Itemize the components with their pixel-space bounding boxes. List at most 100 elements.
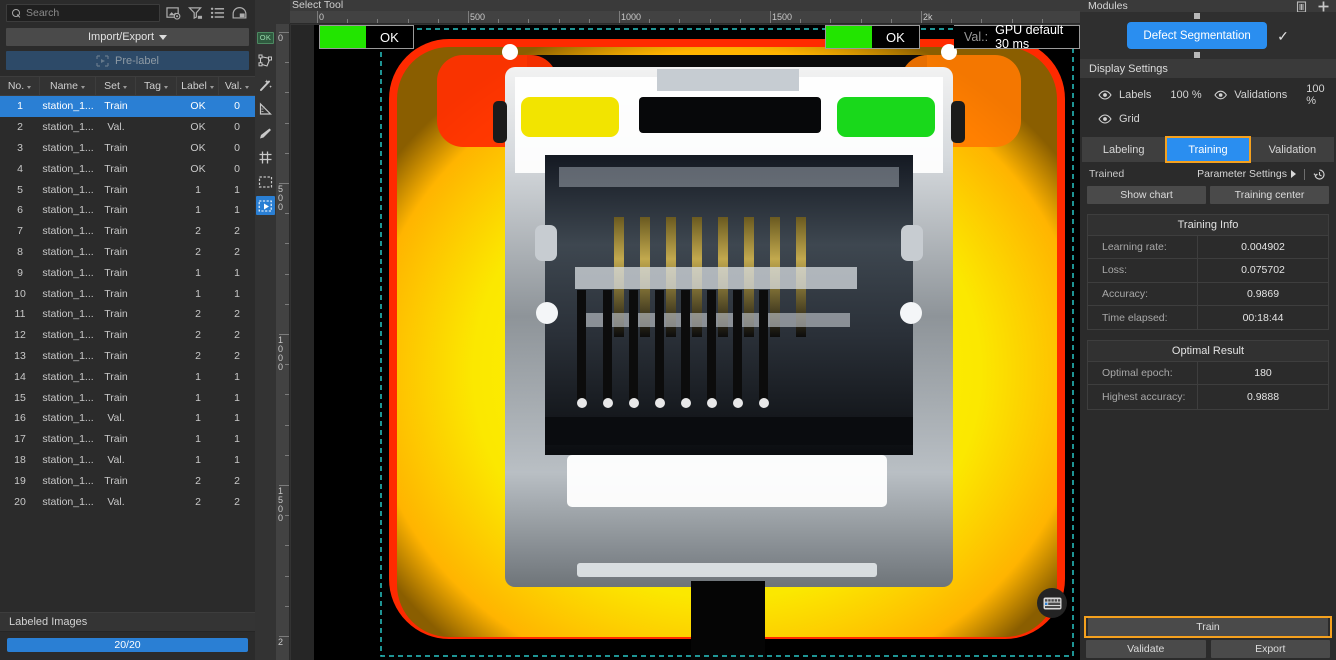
labels-opacity[interactable]: 100 % [1170, 89, 1201, 101]
show-chart-button[interactable]: Show chart [1087, 186, 1206, 204]
module-defect-segmentation-button[interactable]: Defect Segmentation [1127, 13, 1268, 58]
keyboard-icon[interactable] [1037, 588, 1067, 618]
ruler-minor-tick [285, 153, 289, 154]
cell-no: 7 [17, 225, 23, 238]
delete-icon[interactable] [1295, 0, 1308, 13]
cell-tag [136, 387, 177, 408]
cell-val: 2 [234, 308, 240, 321]
eye-icon[interactable] [1098, 113, 1112, 124]
marquee-select-tool-icon[interactable] [256, 172, 275, 191]
cell-set: Train [104, 433, 128, 446]
tab-label: Training [1188, 143, 1228, 156]
table-row[interactable]: 17 station_1... Train 1 1 [0, 429, 255, 450]
export-button[interactable]: Export [1210, 640, 1330, 658]
validate-button[interactable]: Validate [1086, 640, 1206, 658]
table-row[interactable]: 20 station_1... Val. 2 2 [0, 491, 255, 512]
eye-icon[interactable] [1214, 90, 1227, 100]
cell-name: station_1... [42, 162, 94, 175]
column-header-tag[interactable]: Tag [136, 77, 177, 95]
table-row[interactable]: 2 station_1... Val. OK 0 [0, 117, 255, 138]
chevron-down-icon [159, 34, 168, 40]
table-row[interactable]: 18 station_1... Val. 1 1 [0, 450, 255, 471]
table-row[interactable]: 16 station_1... Val. 1 1 [0, 408, 255, 429]
pre-label-button[interactable]: Pre-label [6, 51, 249, 70]
ruler-minor-tick [679, 19, 680, 23]
tab-validation[interactable]: Validation [1250, 137, 1334, 162]
cell-tag [136, 346, 177, 367]
train-button[interactable]: Train [1088, 618, 1328, 636]
tab-labeling[interactable]: Labeling [1082, 137, 1166, 162]
display-toggle-grid[interactable]: Grid [1098, 113, 1140, 125]
sort-arrow-icon [245, 85, 250, 89]
table-row[interactable]: 14 station_1... Train 1 1 [0, 366, 255, 387]
image-viewport[interactable]: OK OK Val.: GPU default 30 ms [291, 25, 1080, 660]
table-row[interactable]: 12 station_1... Train 2 2 [0, 325, 255, 346]
display-toggle-labels[interactable]: Labels 100 % [1098, 89, 1214, 101]
table-row[interactable]: 10 station_1... Train 1 1 [0, 283, 255, 304]
table-row[interactable]: 11 station_1... Train 2 2 [0, 304, 255, 325]
info-row: Loss: 0.075702 [1088, 259, 1328, 283]
add-icon[interactable] [1317, 0, 1330, 13]
magic-wand-tool-icon[interactable] [256, 76, 275, 95]
table-row[interactable]: 6 station_1... Train 1 1 [0, 200, 255, 221]
ruler-minor-tick [285, 515, 289, 516]
table-row[interactable]: 7 station_1... Train 2 2 [0, 221, 255, 242]
check-icon[interactable]: ✓ [1277, 29, 1289, 43]
parameter-settings-link[interactable]: Parameter Settings [1197, 168, 1296, 180]
tab-training[interactable]: Training [1165, 136, 1251, 163]
info-value: 0.9888 [1246, 391, 1280, 404]
trained-status-row: Trained Parameter Settings [1080, 162, 1336, 186]
cell-no: 18 [14, 453, 26, 466]
resize-handle-bottom[interactable] [1194, 52, 1201, 58]
cell-name: station_1... [42, 204, 94, 217]
cell-set: Train [104, 225, 128, 238]
ruler-minor-tick [285, 576, 289, 577]
cell-val: 1 [234, 287, 240, 300]
table-row[interactable]: 8 station_1... Train 2 2 [0, 242, 255, 263]
validations-opacity[interactable]: 100 % [1306, 83, 1336, 107]
image-table-body[interactable]: 1 station_1... Train OK 0 2 station_1... Val. OK… [0, 96, 255, 612]
move-select-tool-icon[interactable] [256, 196, 275, 215]
ruler-minor-tick [285, 62, 289, 63]
search-input[interactable]: Search [6, 4, 160, 22]
import-export-button[interactable]: Import/Export [6, 28, 249, 46]
column-header-label[interactable]: Label [177, 77, 219, 95]
cell-val: 1 [234, 183, 240, 196]
table-row[interactable]: 4 station_1... Train OK 0 [0, 158, 255, 179]
history-icon[interactable] [1313, 168, 1326, 181]
cell-set: Val. [107, 495, 125, 508]
cell-label: 1 [195, 370, 201, 383]
column-header-name[interactable]: Name [40, 77, 96, 95]
display-toggle-validations[interactable]: Validations 100 % [1214, 83, 1336, 107]
polygon-tool-icon[interactable] [256, 52, 275, 71]
column-header-val[interactable]: Val. [219, 77, 255, 95]
layout-icon[interactable] [232, 6, 247, 20]
cell-label: 1 [195, 183, 201, 196]
eraser-tool-icon[interactable] [256, 124, 275, 143]
training-center-button[interactable]: Training center [1210, 186, 1329, 204]
table-row[interactable]: 1 station_1... Train OK 0 [0, 96, 255, 117]
table-row[interactable]: 13 station_1... Train 2 2 [0, 346, 255, 367]
table-row[interactable]: 15 station_1... Train 1 1 [0, 387, 255, 408]
table-row[interactable]: 3 station_1... Train OK 0 [0, 138, 255, 159]
cell-name: station_1... [42, 245, 94, 258]
ok-label-tool-icon[interactable]: OK [256, 28, 275, 47]
shape-tool-icon[interactable] [256, 100, 275, 119]
eye-icon[interactable] [1098, 89, 1112, 100]
column-header-set[interactable]: Set [96, 77, 136, 95]
column-label: Set [104, 80, 120, 92]
info-value: 0.9869 [1246, 287, 1280, 300]
list-view-icon[interactable] [210, 6, 225, 20]
resize-handle-top[interactable] [1194, 13, 1201, 19]
filter-icon[interactable] [188, 6, 203, 20]
modules-title: Modules [1088, 0, 1128, 12]
image-search-icon[interactable] [166, 6, 181, 20]
cell-val: 2 [234, 329, 240, 342]
column-header-no[interactable]: No. [0, 77, 40, 95]
table-row[interactable]: 9 station_1... Train 1 1 [0, 262, 255, 283]
table-row[interactable]: 19 station_1... Train 2 2 [0, 470, 255, 491]
table-row[interactable]: 5 station_1... Train 1 1 [0, 179, 255, 200]
grid-tool-icon[interactable] [256, 148, 275, 167]
info-row: Time elapsed: 00:18:44 [1088, 305, 1328, 330]
prelabel-icon [96, 54, 109, 67]
